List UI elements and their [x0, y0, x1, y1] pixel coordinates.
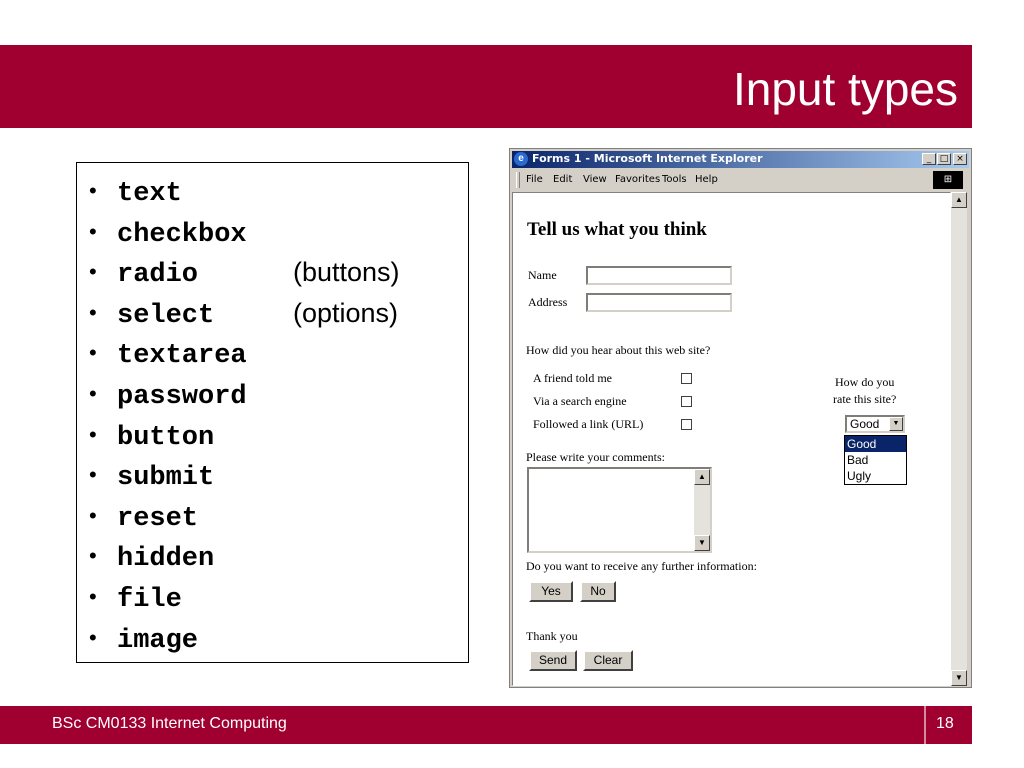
- bullet-icon: •: [89, 421, 97, 447]
- address-label: Address: [528, 295, 568, 309]
- rate-label-line1: How do you: [835, 375, 895, 389]
- option-link-label: Followed a link (URL): [533, 417, 644, 431]
- browser-window: e Forms 1 - Microsoft Internet Explorer …: [509, 148, 972, 688]
- rate-options-list: Good Bad Ugly: [844, 435, 907, 485]
- bullet-icon: •: [89, 462, 97, 488]
- thank-you-text: Thank you: [526, 629, 578, 643]
- list-item: • reset: [89, 496, 468, 537]
- comments-label: Please write your comments:: [526, 450, 665, 464]
- list-item: • radio (buttons): [89, 252, 468, 293]
- option-search-checkbox[interactable]: [681, 396, 692, 407]
- option-link-checkbox[interactable]: [681, 419, 692, 430]
- option-search-label: Via a search engine: [533, 394, 627, 408]
- menu-favorites[interactable]: Favorites: [615, 174, 660, 185]
- list-item: • image: [89, 618, 468, 659]
- name-label: Name: [528, 268, 557, 282]
- list-item: • select (options): [89, 293, 468, 334]
- menu-bar: File Edit View Favorites Tools Help ⊞: [512, 170, 969, 190]
- input-types-box: • text • checkbox • radio (buttons) • select (…: [76, 162, 469, 663]
- bullet-icon: •: [89, 259, 97, 285]
- menu-grip[interactable]: [516, 172, 520, 188]
- slide-footer: BSc CM0133 Internet Computing 18: [0, 706, 972, 744]
- menu-help[interactable]: Help: [695, 174, 718, 185]
- page-number: 18: [936, 715, 954, 732]
- maximize-button[interactable]: □: [937, 153, 951, 165]
- scroll-down-arrow-icon[interactable]: ▼: [694, 535, 710, 551]
- ie-app-icon: e: [514, 152, 528, 166]
- bullet-code: hidden: [117, 544, 215, 575]
- bullet-code: reset: [117, 503, 199, 534]
- bullet-icon: •: [89, 218, 97, 244]
- bullet-icon: •: [89, 583, 97, 609]
- bullet-code: radio: [117, 260, 199, 291]
- option-friend-label: A friend told me: [533, 371, 612, 385]
- list-item: • password: [89, 374, 468, 415]
- bullet-icon: •: [89, 502, 97, 528]
- windows-logo-icon: ⊞: [933, 171, 963, 189]
- scroll-up-arrow-icon[interactable]: ▲: [951, 192, 967, 208]
- rate-option-ugly[interactable]: Ugly: [845, 468, 906, 484]
- slide-title: Input types: [732, 63, 958, 115]
- bullet-icon: •: [89, 178, 97, 203]
- rate-option-bad[interactable]: Bad: [845, 452, 906, 468]
- list-item: • button: [89, 415, 468, 456]
- browser-title: Forms 1 - Microsoft Internet Explorer: [532, 152, 763, 165]
- menu-view[interactable]: View: [583, 174, 607, 185]
- bullet-note: (buttons): [293, 257, 400, 288]
- option-friend-checkbox[interactable]: [681, 373, 692, 384]
- no-button[interactable]: No: [580, 581, 616, 602]
- rate-label-line2: rate this site?: [833, 392, 897, 406]
- comments-scrollbar[interactable]: ▲ ▼: [694, 469, 710, 551]
- close-button[interactable]: ×: [953, 153, 967, 165]
- scroll-up-arrow-icon[interactable]: ▲: [694, 469, 710, 485]
- bullet-code: submit: [117, 463, 215, 494]
- chevron-down-icon[interactable]: ▼: [889, 417, 903, 431]
- list-item: • checkbox: [89, 212, 468, 253]
- menu-edit[interactable]: Edit: [553, 174, 572, 185]
- list-item: • hidden: [89, 536, 468, 577]
- menu-file[interactable]: File: [526, 174, 543, 185]
- browser-content: Tell us what you think Name Address How …: [512, 192, 951, 686]
- scroll-down-arrow-icon[interactable]: ▼: [951, 670, 967, 686]
- bullet-code: image: [117, 625, 199, 656]
- browser-scrollbar[interactable]: ▲ ▼: [951, 192, 967, 686]
- bullet-icon: •: [89, 543, 97, 569]
- info-question: Do you want to receive any further infor…: [526, 559, 757, 573]
- bullet-code: checkbox: [117, 219, 247, 250]
- minimize-button[interactable]: _: [922, 153, 936, 165]
- rate-select[interactable]: Good ▼: [845, 415, 905, 433]
- bullet-icon: •: [89, 624, 97, 650]
- menu-tools[interactable]: Tools: [662, 174, 687, 185]
- footer-divider: [924, 706, 926, 744]
- rate-option-good[interactable]: Good: [845, 436, 906, 452]
- comments-textarea[interactable]: ▲ ▼: [527, 467, 712, 553]
- yes-button[interactable]: Yes: [529, 581, 573, 602]
- bullet-note: (options): [293, 297, 399, 328]
- bullet-code: password: [117, 381, 247, 412]
- bullet-icon: •: [89, 340, 97, 366]
- rate-selected-value: Good: [850, 417, 880, 431]
- bullet-code: select: [117, 300, 215, 331]
- send-button[interactable]: Send: [529, 650, 577, 671]
- list-item: • text: [89, 171, 468, 212]
- list-item: • textarea: [89, 333, 468, 374]
- bullet-icon: •: [89, 380, 97, 406]
- list-item: • submit: [89, 455, 468, 496]
- bullet-code: textarea: [117, 341, 247, 372]
- browser-titlebar[interactable]: e Forms 1 - Microsoft Internet Explorer …: [512, 151, 969, 168]
- input-types-list: • text • checkbox • radio (buttons) • select (…: [77, 163, 468, 658]
- bullet-code: button: [117, 422, 215, 453]
- bullet-code: text: [117, 179, 182, 209]
- footer-course-title: BSc CM0133 Internet Computing: [52, 715, 287, 732]
- bullet-icon: •: [89, 299, 97, 325]
- address-input[interactable]: [586, 293, 732, 312]
- hear-about-question: How did you hear about this web site?: [526, 343, 711, 357]
- page-heading: Tell us what you think: [527, 219, 707, 240]
- clear-button[interactable]: Clear: [583, 650, 633, 671]
- name-input[interactable]: [586, 266, 732, 285]
- bullet-code: file: [117, 584, 182, 615]
- list-item: • file: [89, 577, 468, 618]
- slide-title-bar: Input types: [0, 45, 972, 128]
